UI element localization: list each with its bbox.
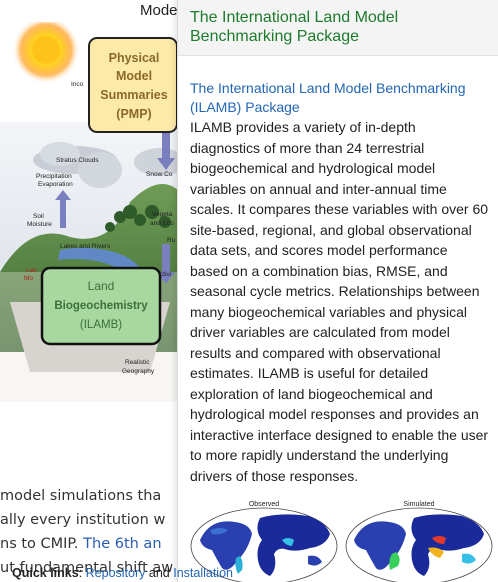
- installation-link[interactable]: Installation: [173, 566, 233, 580]
- quick-links-colon: :: [78, 566, 86, 580]
- pmp-line-3: Summaries: [100, 88, 167, 102]
- label-and-eco: and Eco: [150, 220, 174, 227]
- quick-links-and: and: [145, 566, 174, 580]
- label-stratus: Stratus Clouds: [56, 157, 99, 164]
- bg-line-1: model simulations tha: [0, 488, 162, 504]
- ilamb-line-2: Biogeochemistry: [54, 300, 148, 312]
- label-lan: Lan: [26, 267, 37, 274]
- label-moisture: Moisture: [27, 221, 52, 228]
- popup-description: ILAMB provides a variety of in-depth dia…: [190, 119, 489, 484]
- label-realistic: Realistic: [125, 359, 150, 366]
- popup-title: The International Land Model Benchmarkin…: [190, 9, 399, 45]
- bg-line-3: ns to CMIP. The 6th an: [0, 532, 200, 556]
- repository-link[interactable]: Repository: [86, 566, 146, 580]
- label-mo: Mo: [24, 275, 33, 282]
- label-ctivi: ctivi: [160, 271, 171, 278]
- observed-label: Observed: [249, 501, 279, 508]
- popup-heading-link[interactable]: The International Land Model Benchmarkin…: [190, 79, 489, 116]
- earth-system-diagram: Physical Model Summaries (PMP) Land Biog…: [0, 22, 180, 402]
- label-vegeta: Vegeta: [152, 211, 173, 218]
- background-heading: Mode: [140, 2, 178, 19]
- label-geography: Geography: [122, 368, 155, 375]
- simulated-label: Simulated: [403, 501, 434, 508]
- pmp-line-1: Physical: [109, 51, 160, 65]
- label-inco: Inco: [71, 81, 84, 88]
- bg-line-2: ally every institution w: [0, 512, 166, 528]
- pmp-line-2: Model: [116, 69, 152, 83]
- label-ru: Ru: [167, 237, 176, 244]
- quick-links: Quick links: Repository and Installation: [12, 566, 233, 580]
- label-snow: Snow Co: [146, 171, 173, 178]
- quick-links-label: Quick links: [12, 566, 79, 580]
- label-lakes: Lakes and Rivers: [60, 243, 111, 250]
- popup-body: The International Land Model Benchmarkin…: [178, 56, 498, 582]
- ilamb-line-1: Land: [88, 279, 115, 293]
- ilamb-line-3: (ILAMB): [80, 319, 122, 331]
- observed-simulated-maps: Observed Simulated: [190, 501, 493, 582]
- info-popup: The International Land Model Benchmarkin…: [177, 0, 498, 582]
- simulated-map: Simulated: [345, 501, 493, 582]
- bg-link-6th[interactable]: The 6th an: [83, 536, 161, 552]
- label-soil: Soil: [33, 213, 44, 220]
- label-precip: Precipitation: [36, 173, 72, 180]
- label-evap: Evaporation: [38, 181, 73, 188]
- popup-header: The International Land Model Benchmarkin…: [178, 0, 498, 56]
- pmp-line-4: (PMP): [116, 107, 151, 121]
- bg-line-3-text: ns to CMIP.: [0, 536, 84, 552]
